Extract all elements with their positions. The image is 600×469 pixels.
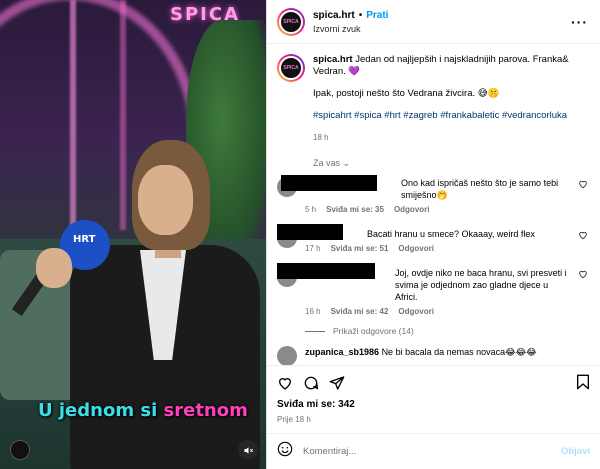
comments-scroll-area[interactable]: SPICA spica.hrt Jedan od najljepših i na…	[267, 44, 600, 365]
redacted-username	[277, 263, 375, 279]
person-face	[138, 165, 193, 235]
speaker-muted-icon	[243, 446, 253, 454]
separator-dot: •	[358, 9, 363, 21]
comment-time: 5 h	[305, 205, 317, 214]
post-like-count[interactable]: Sviđa mi se: 342	[267, 399, 600, 415]
microphone-label: HRT	[73, 234, 96, 245]
like-comment-heart-icon[interactable]	[578, 269, 588, 279]
more-horizontal-icon: ···	[571, 14, 588, 30]
author-username[interactable]: spica.hrt	[313, 10, 355, 21]
post-time: Prije 18 h	[277, 415, 311, 424]
comment-text: Bacati hranu u smece? Okaaay, weird flex	[367, 229, 535, 239]
post-actions-bar	[267, 365, 600, 399]
comment-filter-dropdown[interactable]: Za vas ⌄	[313, 158, 590, 169]
caption-hashtags[interactable]: #spicahrt #spica #hrt #zagreb #frankabal…	[313, 110, 590, 122]
avatar-logo: SPICA	[283, 65, 299, 71]
emoji-picker-icon[interactable]	[277, 441, 293, 462]
comment-text: Ne bi bacala da nemas novaca😂😂😂	[381, 347, 537, 357]
more-options-button[interactable]: ···	[571, 14, 588, 30]
redacted-username	[281, 175, 377, 191]
comment-input[interactable]	[303, 446, 503, 457]
instagram-post-view: SPICA HRT U jednom si sretnom SPICA spic…	[0, 0, 600, 469]
audio-link[interactable]: Izvorni zvuk	[313, 24, 388, 34]
like-heart-icon[interactable]	[277, 375, 293, 391]
follow-button[interactable]: Prati	[366, 10, 388, 21]
caption-author-avatar[interactable]: SPICA	[277, 54, 305, 82]
post-comment-button[interactable]: Objavi	[561, 446, 590, 457]
author-avatar[interactable]: SPICA	[277, 7, 305, 36]
comment-likes[interactable]: Sviđa mi se: 42	[331, 306, 389, 318]
reply-button[interactable]: Odgovori	[398, 243, 434, 255]
show-replies-label: Prikaži odgovore (14)	[333, 326, 414, 336]
comment-item: Ono kad ispričaš nešto što je samo tebi …	[277, 175, 590, 216]
like-comment-heart-icon[interactable]	[578, 179, 588, 189]
commenter-username[interactable]: zupanica_sb1986	[305, 347, 379, 357]
reply-button[interactable]: Odgovori	[394, 204, 430, 216]
caption-line-2: Ipak, postoji nešto što Vedrana živcira.…	[313, 88, 500, 99]
comment-bubble-icon[interactable]	[303, 375, 319, 391]
person-hand	[36, 248, 72, 288]
header-text: spica.hrt • Prati Izvorni zvuk	[313, 10, 388, 34]
comment-item: Bacati hranu u smece? Okaaay, weird flex…	[277, 224, 590, 255]
neon-decoration	[120, 0, 126, 230]
video-subtitle: U jednom si sretnom	[38, 400, 248, 421]
caption-body: spica.hrt Jedan od najljepših i najsklad…	[313, 54, 590, 144]
comment-time: 16 h	[305, 307, 321, 316]
subtitle-part-1: U jednom si	[38, 400, 158, 421]
redacted-username	[277, 224, 343, 240]
comment-likes[interactable]: Sviđa mi se: 35	[326, 204, 384, 216]
comment-composer: Objavi	[267, 433, 600, 469]
subtitle-part-2: sretnom	[163, 400, 248, 421]
avatar-logo: SPICA	[283, 18, 299, 25]
comment-item: zupanica_sb1986 Ne bi bacala da nemas no…	[277, 346, 590, 365]
comment-time: 17 h	[305, 244, 321, 253]
post-header: SPICA spica.hrt • Prati Izvorni zvuk ···	[267, 0, 600, 44]
like-comment-heart-icon[interactable]	[578, 230, 588, 240]
caption-time: 18 h	[313, 133, 329, 142]
show-replies-button[interactable]: Prikaži odgovore (14)	[305, 326, 590, 336]
post-details-panel: SPICA spica.hrt • Prati Izvorni zvuk ···…	[266, 0, 600, 469]
commenter-avatar[interactable]	[277, 346, 297, 365]
caption-username[interactable]: spica.hrt	[313, 54, 353, 65]
reel-video[interactable]: SPICA HRT U jednom si sretnom	[0, 0, 266, 469]
replies-divider	[305, 330, 325, 332]
reply-button[interactable]: Odgovori	[398, 306, 434, 318]
bookmark-save-icon[interactable]	[576, 374, 590, 395]
post-caption: SPICA spica.hrt Jedan od najljepših i na…	[277, 54, 590, 144]
share-send-icon[interactable]	[329, 375, 345, 391]
comment-item: Joj, ovdje niko ne baca hranu, svi presv…	[277, 263, 590, 318]
comment-likes[interactable]: Sviđa mi se: 51	[331, 243, 389, 255]
video-author-avatar[interactable]	[10, 440, 30, 460]
mute-button[interactable]	[238, 440, 258, 460]
